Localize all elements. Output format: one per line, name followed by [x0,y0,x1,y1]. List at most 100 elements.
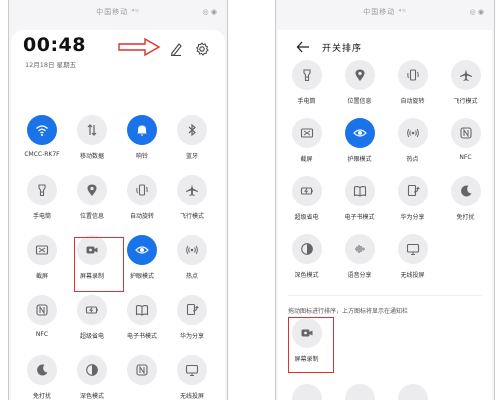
tile-flashlight[interactable]: 手电筒 [17,175,67,235]
tile-share[interactable]: 华为分享 [386,176,439,234]
tile-bluetooth[interactable]: 蓝牙 [167,115,217,175]
tile-moon[interactable]: 免打扰 [439,176,492,234]
tile-label: 无线投屏 [179,393,204,400]
partial-tile[interactable] [280,384,333,400]
tile-wifi[interactable]: CMCC-RK7F [17,115,67,175]
tile-location[interactable]: 位置信息 [333,60,386,118]
highlight-screen-record [288,317,334,373]
status-bar: 中国移动 ⁴ᴳ ◎ ◉ [276,0,494,24]
date: 12月18日 星期五 [25,61,77,69]
tile-label: 华为分享 [179,333,204,340]
tile-circle [177,115,207,145]
tile-airplane[interactable]: 飞行模式 [167,175,217,235]
tile-rotate[interactable]: 自动旋转 [117,175,167,235]
tile-screenshot[interactable]: 截屏 [17,235,67,295]
tile-label: 移动数据 [79,153,104,160]
location-icon [355,69,364,81]
tile-circle [291,176,322,206]
airplane-icon [459,69,472,81]
screenshot-icon [35,245,49,255]
tile-voice[interactable]: 语音分享 [333,234,386,292]
phone-screen-right: 中国移动 ⁴ᴳ ◎ ◉ 开关排序 手电筒 位置信息 自动旋转 飞行模式截屏 护眼模式 热点… [275,0,495,400]
tile-label: 护眼模式 [347,156,372,163]
tile-hotspot[interactable]: 热点 [386,118,439,176]
tile-circle [27,175,57,205]
sort-hint: 拖动图标进行排序，上方图标将显示在通知栏 [288,308,409,315]
tile-moon[interactable]: 免打扰 [17,355,67,400]
tile-circle [27,115,57,145]
active-tiles-grid: 手电筒 位置信息 自动旋转 飞行模式截屏 护眼模式 热点 NFC 超级省电 电子书模式 华为分享 免… [280,60,492,292]
tile-label: 语音分享 [347,272,372,279]
tile-screenshot[interactable]: 截屏 [280,118,333,176]
edit-icon[interactable] [169,42,183,56]
tile-hotspot[interactable]: 热点 [167,235,217,295]
tile-eye[interactable]: 护眼模式 [333,118,386,176]
tile-circle [77,355,107,385]
partial-tile[interactable] [333,384,386,400]
share-icon [186,303,199,316]
tile-circle [291,384,322,400]
tile-nfc[interactable] [117,355,167,400]
tile-eye[interactable]: 护眼模式 [117,235,167,295]
nfc-icon [36,304,48,316]
tile-share[interactable]: 华为分享 [167,295,217,355]
tile-mobile-data[interactable]: 移动数据 [67,115,117,175]
tile-label: NFC [459,154,472,161]
tile-cast[interactable]: 无线投屏 [167,355,217,400]
dark-mode-icon [300,243,313,255]
page-title: 开关排序 [322,43,363,54]
tile-circle [397,118,428,148]
ebook-icon [353,186,366,197]
tile-circle [127,115,157,145]
tile-label: 华为分享 [400,214,425,221]
tile-label: 电子书模式 [126,333,157,340]
tile-label: 热点 [406,156,419,163]
tile-dark-mode[interactable]: 深色模式 [280,234,333,292]
highlight-screen-record [74,237,124,292]
tile-circle [397,234,428,264]
carrier-text: 中国移动 ⁴ᴳ [96,8,140,16]
tile-location[interactable]: 位置信息 [67,175,117,235]
tile-circle [450,60,481,90]
tile-circle [397,176,428,206]
rotate-icon [136,184,148,196]
mobile-data-icon [87,124,97,136]
tile-rotate[interactable]: 自动旋转 [386,60,439,118]
tile-circle [291,118,322,148]
tile-label: 截屏 [35,273,48,280]
tile-circle [450,176,481,206]
tile-ebook[interactable]: 电子书模式 [117,295,167,355]
gear-icon[interactable] [195,42,209,56]
tile-label: NFC [35,331,49,338]
tile-nfc[interactable]: NFC [17,295,67,355]
spare-tiles-more [280,384,492,400]
tile-dark-mode[interactable]: 深色模式 [67,355,117,400]
tile-circle [177,235,207,265]
tile-battery[interactable]: 超级省电 [280,176,333,234]
tile-airplane[interactable]: 飞行模式 [439,60,492,118]
tile-flashlight[interactable]: 手电筒 [280,60,333,118]
tile-battery[interactable]: 超级省电 [67,295,117,355]
tile-bell[interactable]: 响铃 [117,115,167,175]
tile-label: 响铃 [135,153,148,160]
tile-circle [291,60,322,90]
back-arrow-icon[interactable] [296,40,310,54]
carrier-text: 中国移动 ⁴ᴳ [363,8,407,16]
tile-circle [344,118,375,148]
tile-cast[interactable]: 无线投屏 [386,234,439,292]
rotate-icon [406,69,419,81]
tile-circle [177,175,207,205]
tile-nfc[interactable]: NFC [439,118,492,176]
tile-ebook[interactable]: 电子书模式 [333,176,386,234]
tile-label: 手电筒 [297,98,316,105]
nfc-icon [459,127,472,139]
tile-label: 手电筒 [32,213,51,220]
partial-tile[interactable] [386,384,439,400]
tile-circle [344,176,375,206]
tile-circle [77,295,107,325]
share-icon [407,184,420,197]
tile-label: 免打扰 [456,214,475,221]
hotspot-icon [186,245,198,255]
tile-label: 深色模式 [79,393,104,400]
bell-icon [137,125,147,136]
